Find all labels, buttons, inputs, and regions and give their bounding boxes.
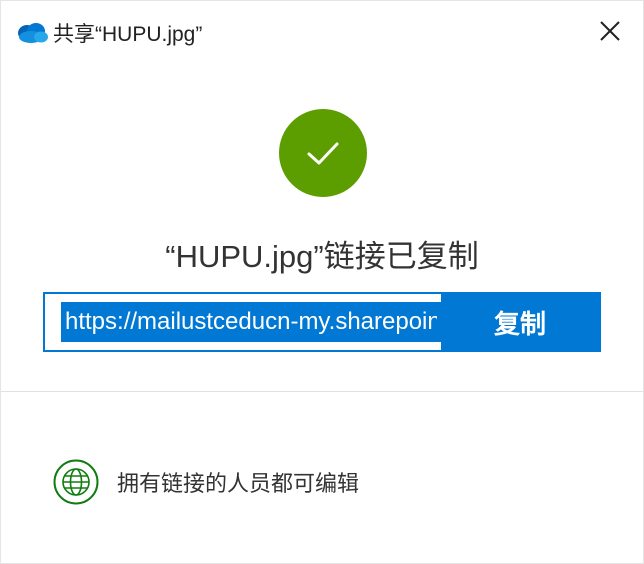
share-dialog: 共享“HUPU.jpg” “HUPU.jpg”链接已复制 复制 拥有链接的人员都…: [0, 0, 644, 564]
checkmark-icon: [307, 142, 339, 165]
success-badge: [279, 109, 367, 197]
copy-button[interactable]: 复制: [441, 294, 599, 350]
divider: [1, 391, 643, 392]
onedrive-cloud-icon: [18, 23, 48, 43]
link-permission-setting[interactable]: 拥有链接的人员都可编辑: [53, 457, 359, 507]
link-input[interactable]: [61, 302, 441, 342]
close-button[interactable]: [591, 13, 629, 49]
status-message: “HUPU.jpg”链接已复制: [165, 239, 479, 274]
globe-icon: [53, 459, 99, 505]
close-icon: [600, 21, 620, 41]
link-field-wrapper: [45, 294, 441, 350]
permission-label: 拥有链接的人员都可编辑: [117, 471, 360, 496]
title-bar: 共享“HUPU.jpg”: [1, 1, 643, 61]
link-copy-box: 复制: [43, 292, 601, 352]
dialog-title: 共享“HUPU.jpg”: [53, 23, 203, 46]
